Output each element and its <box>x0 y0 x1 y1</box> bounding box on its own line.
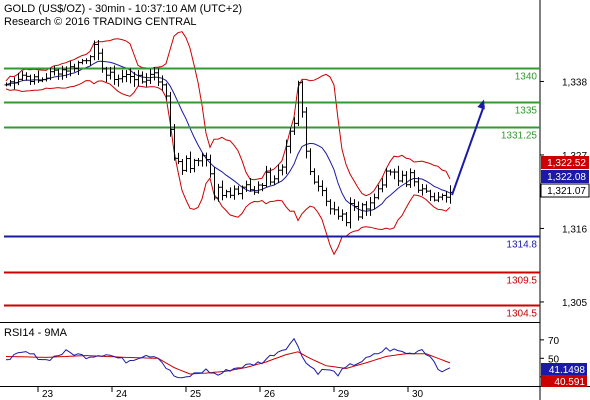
level-label: 1335 <box>515 106 538 117</box>
time-tick-label: 30 <box>412 389 424 400</box>
price-chart: GOLD (US$/OZ) - 30min - 10:37:10 AM (UTC… <box>0 0 590 400</box>
level-label: 1340 <box>515 72 538 83</box>
time-axis: 23 24 25 26 29 30 <box>37 386 424 400</box>
moving-average-line <box>5 60 451 212</box>
rsi-tag-label: 40.591 <box>554 377 585 388</box>
rsi-line <box>5 337 451 379</box>
time-tick-label: 29 <box>338 389 350 400</box>
level-label: 1331.25 <box>501 131 538 142</box>
price-tick-label: 1,338 <box>562 77 587 88</box>
chart-header: GOLD (US$/OZ) - 30min - 10:37:10 AM (UTC… <box>4 3 242 28</box>
price-tick-label: 1,316 <box>562 224 587 235</box>
chart-title: GOLD (US$/OZ) - 30min - 10:37:10 AM (UTC… <box>4 3 242 15</box>
price-tag-label: 1,321.07 <box>547 186 586 197</box>
time-tick-label: 25 <box>190 389 202 400</box>
chart-subtitle: Research © 2016 TRADING CENTRAL <box>4 16 197 28</box>
level-label: 1314.8 <box>506 240 537 251</box>
bollinger-upper-band <box>5 31 451 197</box>
rsi-tick-label: 70 <box>548 336 560 347</box>
rsi-panel: RSI14 - 9MA 70503041.149840.591 <box>4 327 587 388</box>
rsi-label: RSI14 - 9MA <box>4 327 68 339</box>
price-tags: 1,322.52 1,322.08 1,321.07 <box>540 156 590 198</box>
forecast-arrow-head <box>477 99 485 110</box>
bollinger-bands <box>5 31 451 256</box>
price-tag-label: 1,322.52 <box>547 158 586 169</box>
forecast-arrow <box>451 99 485 196</box>
bollinger-lower-band <box>5 80 451 256</box>
forecast-arrow-shaft <box>451 105 485 196</box>
level-label: 1309.5 <box>506 276 537 287</box>
price-tag-label: 1,322.08 <box>547 172 586 183</box>
time-tick-label: 26 <box>264 389 276 400</box>
support-resistance-levels: 1340 1335 1331.25 1314.8 1309.5 1304.5 <box>4 67 540 320</box>
level-label: 1304.5 <box>506 309 537 320</box>
rsi-tag-label: 41.1498 <box>549 365 586 376</box>
time-tick-label: 24 <box>116 389 128 400</box>
time-tick-label: 23 <box>42 389 54 400</box>
price-tick-label: 1,305 <box>562 298 587 309</box>
